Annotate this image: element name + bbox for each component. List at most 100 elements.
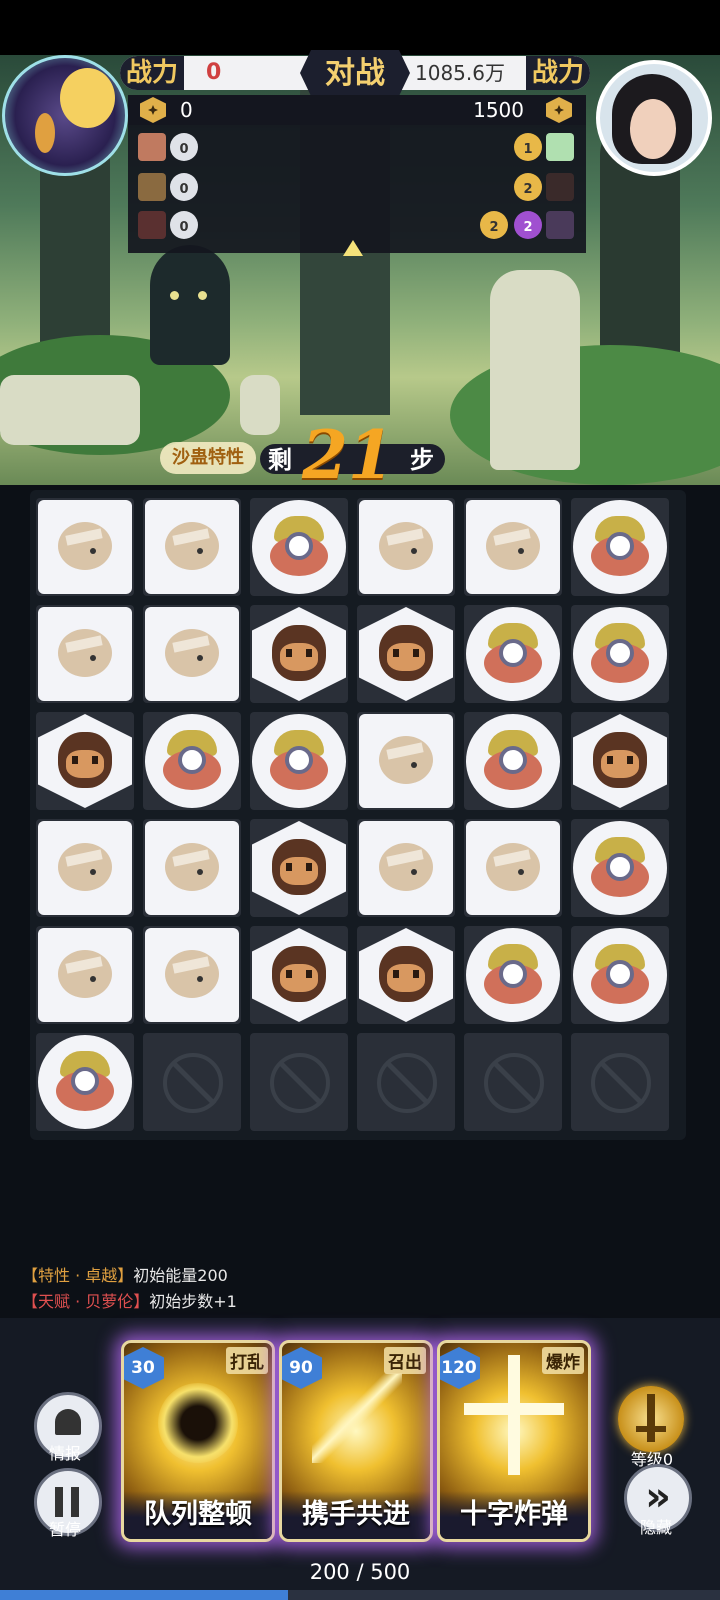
talent-tag: 【天赋 · 贝萝伦】 bbox=[22, 1292, 150, 1311]
power-header: 战力 0 对战 1085.6万 战力 bbox=[120, 50, 590, 96]
board-cell[interactable] bbox=[571, 926, 669, 1024]
slash-icon bbox=[312, 1373, 402, 1463]
board-cell[interactable] bbox=[464, 605, 562, 703]
shadow-monster bbox=[150, 245, 230, 365]
intel-label: 情报 bbox=[48, 1444, 81, 1463]
left-unit-count: 0 bbox=[170, 133, 198, 161]
board-cell[interactable] bbox=[357, 819, 455, 917]
monkey-creature-tile bbox=[252, 928, 346, 1022]
board-cell[interactable] bbox=[250, 819, 348, 917]
monkey-creature-tile bbox=[359, 607, 453, 701]
sword-icon bbox=[647, 1394, 655, 1442]
bald-creature-tile bbox=[38, 607, 132, 701]
board-cell[interactable] bbox=[357, 605, 455, 703]
bald-creature-tile bbox=[466, 500, 560, 594]
board-cell[interactable] bbox=[571, 498, 669, 596]
board-cell[interactable] bbox=[36, 926, 134, 1024]
board-cell bbox=[357, 1033, 455, 1131]
monkey-creature-tile bbox=[359, 928, 453, 1022]
board-cell[interactable] bbox=[36, 819, 134, 917]
pause-icon bbox=[55, 1487, 63, 1517]
board-cell bbox=[250, 1033, 348, 1131]
board-cell[interactable] bbox=[250, 926, 348, 1024]
steps-suffix: 步 bbox=[410, 445, 434, 474]
steps-prefix: 剩 bbox=[268, 445, 292, 474]
energy-row: 0 1500 bbox=[128, 95, 586, 125]
bald-creature-tile bbox=[145, 928, 239, 1022]
bald-creature-tile bbox=[38, 500, 132, 594]
board-cell[interactable] bbox=[36, 712, 134, 810]
card-tag: 召出 bbox=[384, 1347, 426, 1374]
board-cell[interactable] bbox=[357, 926, 455, 1024]
cyclops-creature-tile bbox=[573, 821, 667, 915]
board-cell[interactable] bbox=[464, 926, 562, 1024]
left-unit-portrait bbox=[138, 211, 166, 239]
board-cell bbox=[464, 1033, 562, 1131]
monkey-creature-tile bbox=[252, 821, 346, 915]
energy-text: 200 / 500 bbox=[309, 1560, 411, 1584]
trait-label: 沙蛊特性 bbox=[172, 447, 244, 468]
cyclops-creature-tile bbox=[38, 1035, 132, 1129]
skill-card[interactable]: 120 爆炸 十字炸弹 bbox=[437, 1340, 591, 1542]
bald-creature-tile bbox=[359, 821, 453, 915]
card-name: 队列整顿 bbox=[124, 1491, 272, 1539]
bald-creature-tile bbox=[38, 821, 132, 915]
left-energy-icon bbox=[140, 97, 166, 123]
board-cell[interactable] bbox=[464, 498, 562, 596]
level-badge[interactable] bbox=[618, 1386, 684, 1452]
cyclops-creature-tile bbox=[573, 500, 667, 594]
board-cell[interactable] bbox=[36, 605, 134, 703]
right-unit-portrait bbox=[546, 211, 574, 239]
board-cell[interactable] bbox=[357, 498, 455, 596]
bald-creature-tile bbox=[359, 500, 453, 594]
card-cost: 30 bbox=[124, 1347, 164, 1389]
bald-creature-tile bbox=[145, 500, 239, 594]
board-cell[interactable] bbox=[357, 712, 455, 810]
cyclops-creature-tile bbox=[252, 714, 346, 808]
card-name: 携手共进 bbox=[282, 1491, 430, 1539]
blocked-icon bbox=[484, 1053, 544, 1113]
board-cell[interactable] bbox=[250, 712, 348, 810]
board-cell[interactable] bbox=[143, 819, 241, 917]
right-unit-portrait bbox=[546, 173, 574, 201]
trait-text: 初始能量200 bbox=[133, 1266, 228, 1285]
stone-totem bbox=[490, 270, 580, 470]
cyclops-creature-tile bbox=[466, 928, 560, 1022]
left-unit-count: 0 bbox=[170, 211, 198, 239]
bald-creature-tile bbox=[38, 928, 132, 1022]
cyclops-creature-tile bbox=[466, 714, 560, 808]
board-cell[interactable] bbox=[571, 605, 669, 703]
right-unit-level: 2 bbox=[480, 211, 508, 239]
steps-count: 21 bbox=[302, 416, 394, 494]
blocked-icon bbox=[270, 1053, 330, 1113]
vortex-icon bbox=[158, 1383, 238, 1463]
board-cell[interactable] bbox=[143, 605, 241, 703]
board-cell[interactable] bbox=[143, 498, 241, 596]
skill-card[interactable]: 90 召出 携手共进 bbox=[279, 1340, 433, 1542]
board-cell[interactable] bbox=[36, 498, 134, 596]
cyclops-creature-tile bbox=[466, 607, 560, 701]
player-avatar[interactable] bbox=[2, 55, 128, 176]
talent-info: 【天赋 · 贝萝伦】初始步数+1 bbox=[22, 1288, 237, 1312]
board-cell[interactable] bbox=[464, 819, 562, 917]
right-energy-value: 1500 bbox=[473, 98, 524, 122]
left-energy-value: 0 bbox=[180, 98, 193, 122]
board-cell[interactable] bbox=[143, 926, 241, 1024]
bald-creature-tile bbox=[145, 821, 239, 915]
talent-text: 初始步数+1 bbox=[149, 1292, 237, 1311]
board-cell[interactable] bbox=[250, 498, 348, 596]
board-cell[interactable] bbox=[464, 712, 562, 810]
cyclops-creature-tile bbox=[573, 928, 667, 1022]
board-cell[interactable] bbox=[36, 1033, 134, 1131]
cyclops-creature-tile bbox=[145, 714, 239, 808]
card-tag: 打乱 bbox=[226, 1347, 268, 1374]
board-cell[interactable] bbox=[571, 712, 669, 810]
board-cell[interactable] bbox=[250, 605, 348, 703]
opponent-avatar[interactable] bbox=[596, 60, 712, 176]
skill-card[interactable]: 30 打乱 队列整顿 bbox=[121, 1340, 275, 1542]
board-cell bbox=[143, 1033, 241, 1131]
turn-pointer-icon bbox=[343, 240, 363, 256]
cyclops-creature-tile bbox=[252, 500, 346, 594]
board-cell[interactable] bbox=[143, 712, 241, 810]
board-cell[interactable] bbox=[571, 819, 669, 917]
